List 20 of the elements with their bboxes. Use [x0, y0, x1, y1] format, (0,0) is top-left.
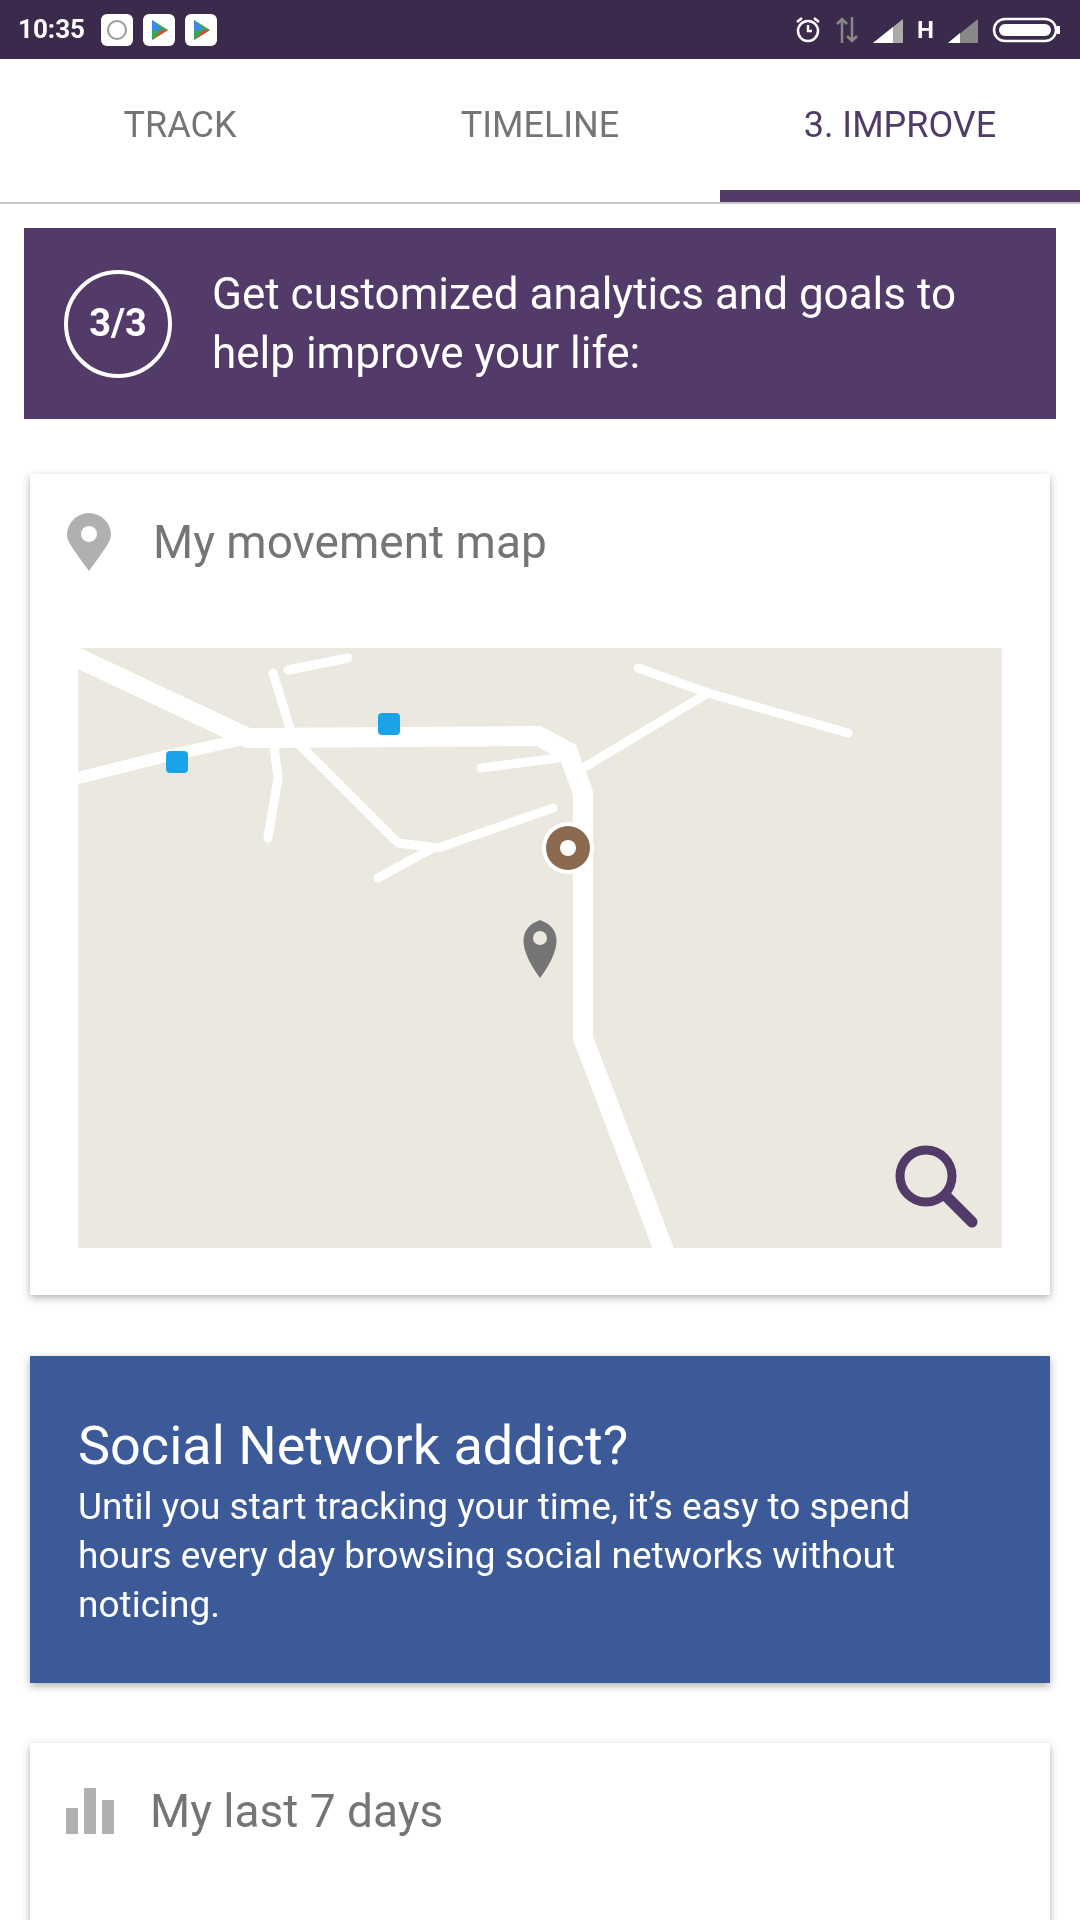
tip-title: Social Network addict?	[78, 1414, 630, 1478]
tab[interactable]: TRACK	[0, 59, 360, 202]
status-time: 10:35	[18, 13, 85, 46]
card-title: My movement map	[153, 513, 547, 571]
tip-text: Until you start tracking your time, it’s easy to spend hours every day browsing social networks without noticing.	[78, 1484, 912, 1628]
tab[interactable]: 3. IMPROVE	[720, 59, 1080, 202]
app-notification-icon	[101, 13, 133, 46]
network-type: H	[917, 14, 934, 46]
step-badge: 3/3	[64, 269, 172, 378]
banner-text: Get customized analytics and goals to help improve your life:	[212, 266, 957, 381]
battery-icon	[992, 15, 1062, 44]
play-store-icon	[143, 13, 175, 46]
card-title: My last 7 days	[150, 1782, 444, 1840]
bar-chart-icon	[66, 1788, 114, 1834]
signal-icon	[871, 16, 906, 43]
signal-icon	[946, 16, 980, 43]
data-arrows-icon	[835, 14, 860, 45]
play-store-icon	[185, 13, 217, 46]
tab[interactable]: TIMELINE	[360, 59, 720, 202]
location-pin-icon	[67, 513, 111, 571]
